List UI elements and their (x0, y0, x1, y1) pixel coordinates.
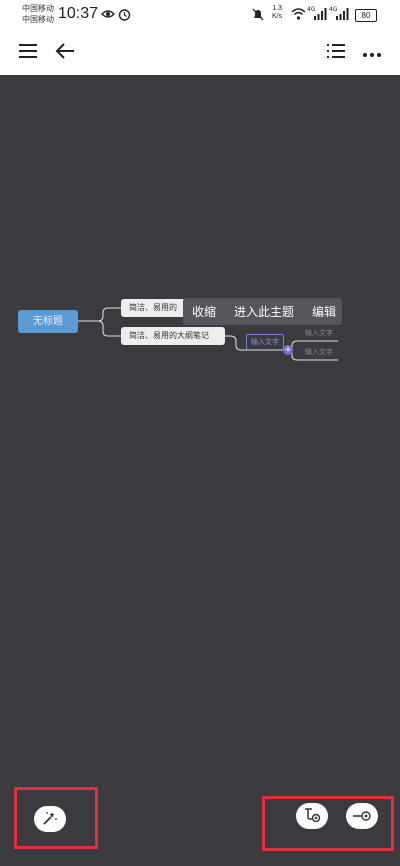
add-subtopic-icon (303, 807, 321, 826)
plus-icon: + (284, 345, 292, 355)
add-node-button[interactable]: + (283, 345, 293, 355)
enter-topic-menu-item[interactable]: 进入此主题 (225, 303, 303, 320)
placeholder-node[interactable]: 输入文字 (305, 328, 333, 338)
add-sibling-button[interactable] (346, 803, 378, 829)
mindmap-connectors (78, 307, 338, 361)
context-menu: 收缩 进入此主题 编辑 (183, 298, 342, 325)
topic-node-selected[interactable]: 简洁、易用的大纲笔记 (121, 327, 225, 345)
add-sibling-icon (352, 807, 372, 826)
placeholder-node[interactable]: 输入文字 (305, 347, 333, 357)
auto-layout-button[interactable] (34, 806, 66, 832)
edit-menu-item[interactable]: 编辑 (303, 303, 345, 320)
magic-wand-icon (42, 810, 58, 829)
root-topic-node[interactable]: 无标题 (18, 310, 78, 333)
new-topic-input[interactable]: 输入文字 (246, 334, 284, 350)
collapse-menu-item[interactable]: 收缩 (183, 303, 225, 320)
add-subtopic-button[interactable] (296, 803, 328, 829)
